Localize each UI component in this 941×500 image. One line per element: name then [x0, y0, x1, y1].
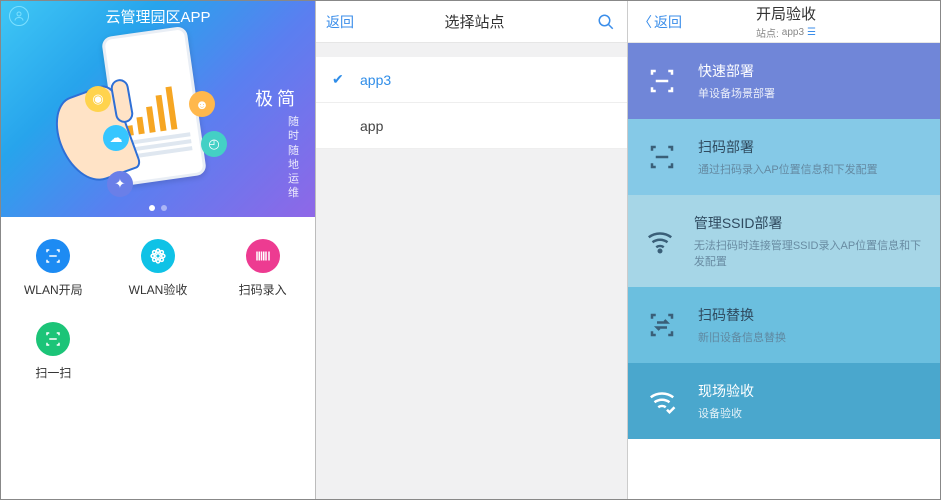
carousel-dots[interactable]	[1, 205, 315, 211]
option-title: 现场验收	[698, 381, 754, 401]
feature-label: 扫一扫	[35, 364, 71, 381]
option-title: 扫码替换	[698, 305, 786, 325]
search-icon[interactable]	[595, 11, 617, 33]
option-title: 管理SSID部署	[694, 213, 924, 233]
select-site-panel: 返回 选择站点 ✔ app3 app	[316, 1, 628, 499]
wifi-icon	[644, 223, 676, 259]
option-desc: 单设备场景部署	[698, 85, 775, 101]
feature-2[interactable]: 扫码录入	[210, 227, 315, 310]
back-button[interactable]: 〈 返回	[638, 12, 682, 32]
option-title: 扫码部署	[698, 137, 878, 157]
navbar: 〈 返回 开局验收 站点:app3 ☰	[628, 1, 940, 43]
navbar: 返回 选择站点	[316, 1, 627, 43]
pin-icon: ◉	[85, 86, 111, 112]
option-2[interactable]: 管理SSID部署无法扫码时连接管理SSID录入AP位置信息和下发配置	[628, 195, 940, 287]
option-desc: 设备验收	[698, 405, 754, 421]
home-panel: 云管理园区APP ◉ ☁ ☻ ◴ ✦ 极简 随时随地运维 WLAN开局 WLAN验…	[1, 1, 316, 499]
clock-icon: ◴	[201, 131, 227, 157]
option-desc: 新旧设备信息替换	[698, 329, 786, 345]
scan-icon	[644, 139, 680, 175]
page-subtitle: 站点:app3 ☰	[756, 25, 816, 40]
site-label: app	[360, 118, 383, 134]
site-row[interactable]: app	[316, 103, 627, 149]
page-title: 开局验收	[756, 3, 816, 24]
option-list: 快速部署单设备场景部署扫码部署通过扫码录入AP位置信息和下发配置管理SSID部署…	[628, 43, 940, 439]
bell-icon: ☻	[189, 91, 215, 117]
barcode-icon	[246, 239, 280, 273]
feature-label: WLAN验收	[129, 281, 188, 298]
list-icon[interactable]: ☰	[807, 27, 816, 38]
slogan-big: 极简	[255, 85, 299, 111]
feature-label: 扫码录入	[239, 281, 287, 298]
check-icon: ✔	[332, 71, 350, 88]
app-title: 云管理园区APP	[29, 6, 287, 27]
feature-0[interactable]: WLAN开局	[1, 227, 106, 310]
back-button[interactable]: 返回	[326, 12, 354, 32]
page-title: 选择站点	[354, 11, 595, 32]
site-row[interactable]: ✔ app3	[316, 57, 627, 103]
wifi-check-icon	[644, 383, 680, 419]
hero-illustration: ◉ ☁ ☻ ◴ ✦ 极简 随时随地运维	[1, 31, 315, 191]
acceptance-panel: 〈 返回 开局验收 站点:app3 ☰ 快速部署单设备场景部署扫码部署通过扫码录…	[628, 1, 940, 499]
option-desc: 通过扫码录入AP位置信息和下发配置	[698, 161, 878, 177]
option-4[interactable]: 现场验收设备验收	[628, 363, 940, 439]
cloud-icon: ☁	[103, 125, 129, 151]
chevron-left-icon: 〈	[638, 12, 652, 32]
option-title: 快速部署	[698, 61, 775, 81]
scan-icon	[644, 63, 680, 99]
feature-label: WLAN开局	[24, 281, 83, 298]
scan-icon	[36, 322, 70, 356]
hero-banner: 云管理园区APP ◉ ☁ ☻ ◴ ✦ 极简 随时随地运维	[1, 1, 315, 217]
feature-1[interactable]: WLAN验收	[106, 227, 211, 310]
option-desc: 无法扫码时连接管理SSID录入AP位置信息和下发配置	[694, 237, 924, 269]
option-1[interactable]: 扫码部署通过扫码录入AP位置信息和下发配置	[628, 119, 940, 195]
scan-icon	[36, 239, 70, 273]
feature-grid: WLAN开局 WLAN验收 扫码录入扫一扫	[1, 217, 315, 403]
site-label: app3	[360, 72, 391, 88]
document-icon: ✦	[107, 171, 133, 197]
slogan-small: 随时随地运维	[255, 115, 299, 201]
option-3[interactable]: 扫码替换新旧设备信息替换	[628, 287, 940, 363]
flower-icon	[141, 239, 175, 273]
feature-3[interactable]: 扫一扫	[1, 310, 106, 393]
site-list: ✔ app3 app	[316, 57, 627, 149]
avatar-icon[interactable]	[9, 6, 29, 26]
option-0[interactable]: 快速部署单设备场景部署	[628, 43, 940, 119]
swap-icon	[644, 307, 680, 343]
